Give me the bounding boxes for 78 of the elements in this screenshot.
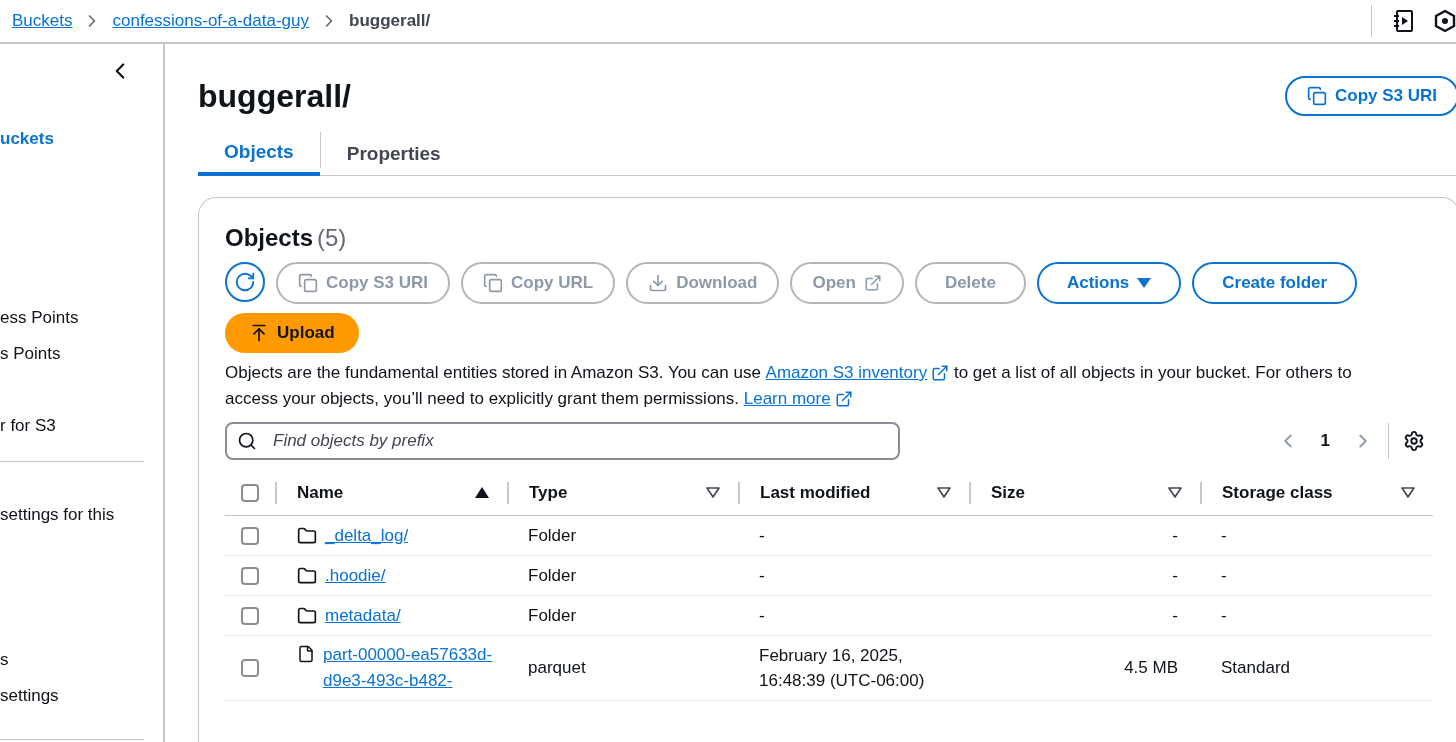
sort-ascending-icon[interactable]: [475, 487, 489, 498]
table-cell-text: -: [758, 565, 766, 587]
folder-icon: [297, 605, 317, 626]
table-cell-text: February 16, 2025, 16:48:39 (UTC-06:00): [758, 645, 926, 692]
sort-icon[interactable]: [1168, 487, 1182, 498]
description-text: Objects are the fundamental entities stored in Amazon S3. You can use Amazon S3 inventory to get a list of all objects in your bucket. For others to access your objects, you’ll need to explicitly grant them permissions. Learn more: [225, 360, 1390, 412]
action-button[interactable]: Create folder: [1192, 262, 1358, 304]
column-header[interactable]: Name: [297, 479, 344, 506]
column-header[interactable]: Size: [991, 479, 1026, 506]
search-field[interactable]: Find objects by prefix: [225, 422, 900, 460]
breadcrumb-link[interactable]: Buckets: [12, 8, 73, 34]
copy-icon: [483, 273, 504, 293]
caret-icon: [1137, 278, 1152, 288]
table-cell-text: Folder: [527, 564, 578, 587]
folder-icon: [297, 525, 317, 546]
sort-icon[interactable]: [706, 487, 720, 498]
external-link-icon: [863, 274, 882, 292]
sidebar-item[interactable]: ess Points: [0, 309, 163, 327]
panel-heading: Objects: [225, 223, 314, 253]
sidebar-item[interactable]: s: [0, 651, 163, 669]
row-checkbox[interactable]: [241, 526, 259, 545]
table-cell-text: -: [758, 605, 766, 627]
object-count: (5): [317, 223, 347, 253]
hexagon-icon[interactable]: [1434, 9, 1456, 33]
table-cell-text: -: [1220, 564, 1228, 587]
breadcrumb-link[interactable]: confessions-of-a-data-guy: [112, 8, 310, 34]
column-header[interactable]: Type: [529, 479, 568, 506]
settings-icon[interactable]: [1403, 430, 1425, 452]
inventory-link[interactable]: Amazon S3 inventory: [765, 360, 950, 386]
sidebar-item[interactable]: settings for this: [0, 506, 163, 524]
copy-s3-uri-button[interactable]: Copy S3 URI: [1284, 76, 1456, 116]
tab[interactable]: Objects: [198, 132, 320, 176]
sort-icon[interactable]: [1401, 487, 1415, 498]
file-icon: [297, 645, 315, 663]
row-checkbox[interactable]: [241, 606, 259, 625]
copy-icon: [1306, 86, 1327, 106]
table-cell-text: Standard: [1220, 657, 1291, 680]
sidebar-item[interactable]: s Points: [0, 345, 163, 363]
table-cell-text: -: [1220, 524, 1228, 547]
table-cell-text: -: [1171, 564, 1179, 587]
learn-more-link[interactable]: Learn more: [743, 386, 853, 412]
page-title: buggerall/: [198, 77, 351, 116]
table-cell-text: -: [1220, 604, 1228, 627]
table-cell-text: 4.5 MB: [1123, 657, 1179, 680]
external-link-icon: [834, 390, 853, 408]
table-cell-text: -: [1171, 604, 1179, 627]
upload-icon: [249, 323, 269, 343]
tab[interactable]: Properties: [320, 132, 467, 176]
sidebar-item[interactable]: settings: [0, 687, 163, 705]
object-link[interactable]: .hoodie/: [325, 562, 386, 589]
external-link-icon: [931, 364, 950, 382]
object-link[interactable]: part-00000-ea57633d-d9e3-493c-b482-: [323, 642, 493, 694]
object-link[interactable]: _delta_log/: [325, 522, 409, 549]
notebook-icon[interactable]: [1392, 9, 1414, 33]
page-number[interactable]: 1: [1320, 428, 1330, 454]
row-checkbox[interactable]: [241, 566, 259, 585]
table-cell-text: Folder: [527, 524, 578, 547]
object-link[interactable]: metadata/: [325, 602, 401, 629]
download-icon: [648, 273, 669, 293]
column-header[interactable]: Last modified: [760, 479, 871, 506]
row-checkbox[interactable]: [241, 659, 259, 677]
sidebar-item[interactable]: uckets: [0, 130, 163, 148]
sort-icon[interactable]: [937, 487, 951, 498]
actions-dropdown[interactable]: Actions: [1036, 262, 1182, 304]
table-cell-text: parquet: [527, 657, 587, 680]
folder-icon: [297, 565, 317, 586]
table-cell-text: -: [1171, 524, 1179, 547]
breadcrumb-current: buggerall/: [349, 10, 431, 33]
refresh-icon: [234, 271, 256, 293]
table-cell-text: Folder: [527, 604, 578, 627]
upload-button[interactable]: Upload: [225, 313, 359, 353]
select-all-checkbox[interactable]: [241, 483, 259, 502]
sidebar-item[interactable]: r for S3: [0, 417, 163, 435]
table-cell-text: -: [758, 525, 766, 547]
copy-icon: [298, 273, 318, 293]
column-header[interactable]: Storage class: [1222, 479, 1333, 506]
refresh-button[interactable]: [225, 262, 265, 302]
search-icon: [237, 431, 257, 451]
